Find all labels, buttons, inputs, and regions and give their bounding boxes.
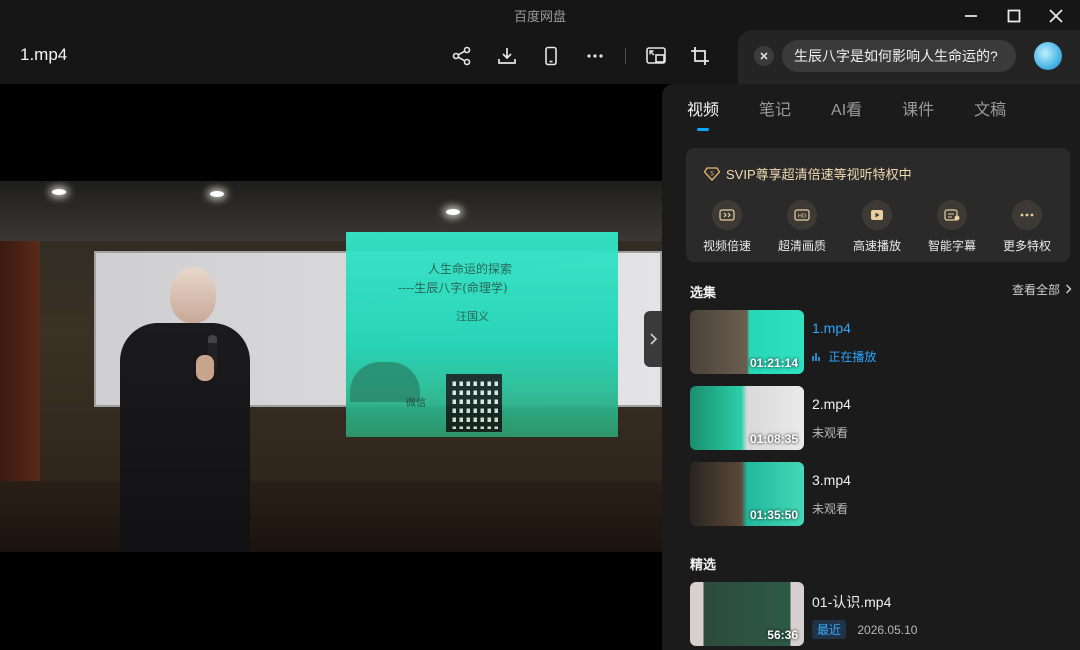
tab-video[interactable]: 视频: [687, 96, 719, 131]
play-status: 未观看: [812, 502, 849, 516]
minimize-icon: [965, 15, 977, 17]
picture-in-picture-button[interactable]: [642, 42, 670, 70]
close-window-button[interactable]: [1041, 4, 1071, 28]
panel-tabs: 视频 笔记 AI看 课件 文稿: [687, 96, 1046, 131]
see-all-label: 查看全部: [1012, 283, 1061, 297]
tab-courseware[interactable]: 课件: [902, 96, 934, 120]
video-name: 01-认识.mp4: [812, 594, 892, 610]
file-title: 1.mp4: [20, 45, 68, 64]
tab-notes[interactable]: 笔记: [759, 96, 791, 120]
close-icon: [1049, 9, 1063, 23]
ai-assistant-avatar[interactable]: [1034, 42, 1062, 70]
feature-fast-playback[interactable]: 高速播放: [842, 200, 912, 254]
play-status: 未观看: [812, 426, 849, 440]
more-dots-icon: [587, 54, 603, 58]
video-thumbnail: 01:08:35: [690, 386, 804, 450]
svip-diamond-icon: S: [704, 166, 720, 181]
pip-icon: [646, 47, 666, 64]
featured-meta: 最近 2026.05.10: [812, 620, 917, 639]
phone-button[interactable]: [537, 42, 565, 70]
video-thumbnail: 01:35:50: [690, 462, 804, 526]
video-name: 2.mp4: [812, 396, 851, 412]
now-playing-bars-icon: [812, 353, 820, 361]
featured-date: 2026.05.10: [857, 623, 918, 637]
feature-smart-subtitles[interactable]: 智能字幕: [917, 200, 987, 254]
playlist-item[interactable]: 01:21:14 1.mp4 正在播放: [690, 310, 1060, 374]
app-title: 百度网盘: [513, 9, 566, 24]
feature-playback-speed[interactable]: 视频倍速: [692, 200, 762, 254]
video-thumbnail: 01:21:14: [690, 310, 804, 374]
svip-headline-row: S SVIP尊享超清倍速等视听特权中: [704, 164, 912, 183]
play-status-label: 正在播放: [828, 350, 877, 364]
subtitle-icon: [937, 200, 967, 230]
expand-panel-handle[interactable]: [644, 311, 662, 367]
recent-badge: 最近: [812, 620, 847, 639]
ceiling-lamp: [210, 191, 224, 197]
share-button[interactable]: [448, 42, 476, 70]
playlist-title: 选集: [690, 285, 717, 300]
fast-play-icon: [862, 200, 892, 230]
video-player[interactable]: 人生命运的探索 ----生辰八字(命理学) 汪国义 微信: [0, 84, 662, 650]
video-duration: 01:08:35: [749, 432, 798, 446]
video-duration: 56:36: [767, 628, 798, 642]
speaker-body: [120, 323, 250, 552]
close-question-button[interactable]: [754, 46, 774, 66]
chevron-right-icon: [1066, 284, 1072, 294]
share-icon: [452, 46, 471, 66]
ceiling-lamp: [446, 209, 460, 215]
side-panel: 视频 笔记 AI看 课件 文稿 S SVIP尊享超清倍速等视听特权中 视频倍速 …: [662, 84, 1080, 650]
feature-more-privileges[interactable]: 更多特权: [992, 200, 1062, 254]
playlist-item[interactable]: 01:08:35 2.mp4 未观看: [690, 386, 1060, 450]
speaker-hand: [196, 355, 214, 381]
slide-title: 人生命运的探索: [428, 262, 513, 276]
phone-icon: [545, 46, 557, 66]
play-status: 正在播放: [812, 348, 876, 365]
maximize-icon: [1007, 9, 1021, 23]
speaker: [112, 267, 252, 552]
toolbar-divider: [625, 48, 626, 64]
video-thumbnail: 56:36: [690, 582, 804, 646]
panel-toggle-icon: [691, 47, 709, 65]
playlist-item[interactable]: 01:35:50 3.mp4 未观看: [690, 462, 1060, 526]
projector-screen: 人生命运的探索 ----生辰八字(命理学) 汪国义 微信: [346, 232, 618, 437]
featured-title: 精选: [690, 557, 717, 572]
feature-hd-quality[interactable]: HD 超清画质: [767, 200, 837, 254]
qr-code: [446, 374, 502, 432]
svip-headline: SVIP尊享超清倍速等视听特权中: [726, 167, 912, 182]
tab-transcript[interactable]: 文稿: [974, 96, 1006, 120]
ceiling-lamp: [52, 189, 66, 195]
ai-question-pill[interactable]: 生辰八字是如何影响人生命运的?: [782, 40, 1016, 72]
maximize-button[interactable]: [999, 4, 1029, 28]
video-name: 1.mp4: [812, 320, 851, 336]
download-button[interactable]: [493, 42, 521, 70]
video-frame[interactable]: 人生命运的探索 ----生辰八字(命理学) 汪国义 微信: [0, 181, 662, 552]
title-bar: 百度网盘 1.mp4 生辰八字是如何影响人生命运的?: [0, 0, 1080, 84]
download-icon: [498, 48, 516, 64]
hd-icon: HD: [787, 200, 817, 230]
video-floor: [0, 481, 662, 552]
tab-ai-watch[interactable]: AI看: [831, 96, 862, 120]
video-name: 3.mp4: [812, 472, 851, 488]
slide-author: 汪国义: [456, 310, 489, 323]
slide-subtitle: ----生辰八字(命理学): [398, 281, 508, 295]
video-duration: 01:21:14: [749, 356, 798, 370]
featured-item[interactable]: 56:36 01-认识.mp4 最近 2026.05.10: [690, 582, 1060, 646]
svip-card[interactable]: S SVIP尊享超清倍速等视听特权中 视频倍速 HD 超清画质 高速播放 智能字…: [686, 148, 1070, 262]
collapse-panel-button[interactable]: [686, 42, 714, 70]
speaker-head: [170, 267, 216, 323]
slide-wechat-label: 微信: [406, 398, 426, 409]
more-button[interactable]: [581, 42, 609, 70]
video-duration: 01:35:50: [749, 508, 798, 522]
chevron-right-icon: [650, 333, 657, 345]
see-all-link[interactable]: 查看全部: [1012, 281, 1072, 298]
svg-text:HD: HD: [798, 213, 806, 219]
speed-icon: [712, 200, 742, 230]
close-icon: [760, 52, 768, 60]
minimize-button[interactable]: [956, 4, 986, 28]
more-icon: [1012, 200, 1042, 230]
svg-text:S: S: [710, 170, 714, 177]
